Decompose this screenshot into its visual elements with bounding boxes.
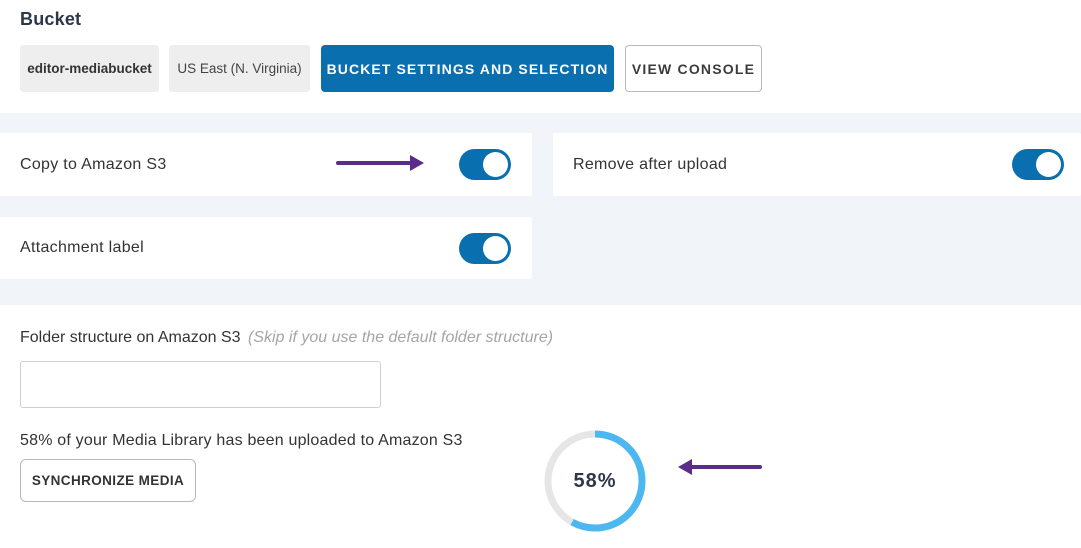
copy-to-s3-row: Copy to Amazon S3 <box>0 133 532 196</box>
folder-structure-label: Folder structure on Amazon S3 (Skip if y… <box>20 329 553 347</box>
remove-after-upload-toggle[interactable] <box>1012 149 1064 180</box>
folder-structure-title: Folder structure on Amazon S3 <box>20 329 241 346</box>
bucket-settings-button[interactable]: BUCKET SETTINGS AND SELECTION <box>321 45 614 92</box>
view-console-button[interactable]: VIEW CONSOLE <box>625 45 762 92</box>
bucket-region-badge: US East (N. Virginia) <box>169 45 310 92</box>
remove-after-upload-label: Remove after upload <box>573 155 728 173</box>
upload-progress-ring: 58% <box>542 428 648 534</box>
copy-to-s3-toggle[interactable] <box>459 149 511 180</box>
synchronize-media-button[interactable]: SYNCHRONIZE MEDIA <box>20 459 196 502</box>
upload-status-text: 58% of your Media Library has been uploa… <box>20 432 463 449</box>
progress-percent-label: 58% <box>573 469 617 492</box>
remove-after-upload-row: Remove after upload <box>553 133 1081 196</box>
attachment-label-toggle[interactable] <box>459 233 511 264</box>
folder-structure-hint: (Skip if you use the default folder stru… <box>248 329 554 346</box>
toggle-knob <box>1036 152 1061 177</box>
attachment-label-label: Attachment label <box>20 239 144 256</box>
page: Bucket editor-mediabucket US East (N. Vi… <box>0 0 1081 548</box>
toggle-knob <box>483 236 508 261</box>
bucket-heading: Bucket <box>20 9 82 29</box>
copy-to-s3-label: Copy to Amazon S3 <box>20 155 167 173</box>
attachment-label-row: Attachment label <box>0 217 532 279</box>
annotation-arrow-right-icon <box>336 155 424 171</box>
toggle-knob <box>483 152 508 177</box>
folder-structure-input[interactable] <box>20 361 381 408</box>
bucket-name-badge: editor-mediabucket <box>20 45 159 92</box>
annotation-arrow-left-icon <box>678 459 762 475</box>
